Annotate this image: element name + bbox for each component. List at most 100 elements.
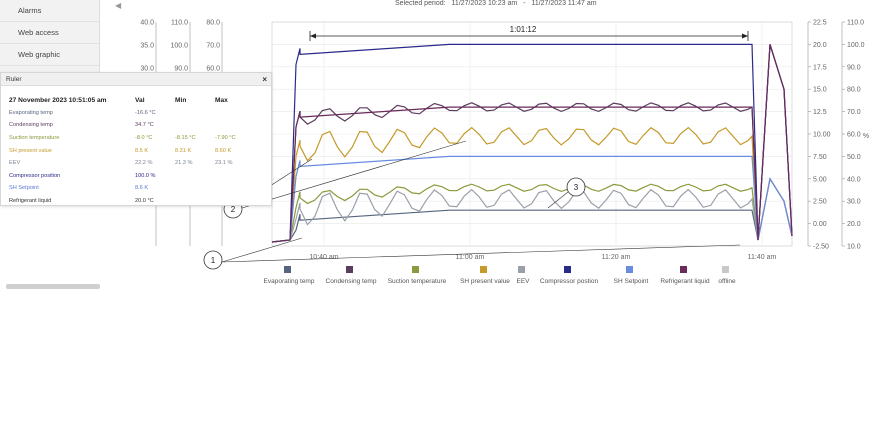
close-icon[interactable]: × xyxy=(262,73,267,86)
ruler-cell-val: -16.6 °C xyxy=(135,109,156,116)
trend-chart: 40.035.030.0110.0100.090.080.070.060.0 2… xyxy=(140,20,869,286)
legend-label[interactable]: SH Setpoint xyxy=(614,278,649,285)
legend-swatch xyxy=(518,266,525,273)
callout-1-label: 1 xyxy=(211,256,216,265)
ruler-row: Evaporating temp -16.6 °C xyxy=(9,107,267,120)
ruler-cell-min: -8.15 °C xyxy=(175,135,196,142)
ruler-cell-name: Condensing temp xyxy=(9,122,53,129)
right-axis-tick: 15.0 xyxy=(813,87,827,94)
right-axis-tick: 70.0 xyxy=(847,109,861,116)
legend-swatch xyxy=(284,266,291,273)
legend-swatch xyxy=(722,266,729,273)
left-axis-tick: 100.0 xyxy=(170,43,188,50)
right-axis-tick: 10.0 xyxy=(847,244,861,251)
ruler-cell-name: EEV xyxy=(9,160,21,167)
ruler-cell-val: 20.0 °C xyxy=(135,198,154,205)
ruler-panel: Ruler × 27 November 2023 10:51:05 am Val… xyxy=(0,72,272,206)
x-tick-label: 11:20 am xyxy=(602,254,631,261)
legend-label[interactable]: Condensing temp xyxy=(326,278,377,285)
ruler-cell-val: 100.0 % xyxy=(135,172,156,179)
ruler-cell-max: 23.1 % xyxy=(215,160,233,167)
legend-label[interactable]: Evaporating temp xyxy=(264,278,315,285)
ruler-timestamp: 27 November 2023 10:51:05 am xyxy=(9,96,107,104)
legend-swatch xyxy=(626,266,633,273)
right-axis-tick: 20.0 xyxy=(813,42,827,49)
legend: Evaporating temp Condensing temp Suction t… xyxy=(264,266,736,285)
right-axis-tick: 40.0 xyxy=(847,176,861,183)
ruler-cell-val: 34.7 °C xyxy=(135,122,154,129)
ruler-rows: Evaporating temp -16.6 °C Condensing temp 3… xyxy=(9,107,267,208)
right-axis-tick: 90.0 xyxy=(847,64,861,71)
left-axis-tick: 110.0 xyxy=(171,20,188,27)
right-axis-tick: 17.5 xyxy=(813,64,827,71)
ruler-cell-name: Evaporating temp xyxy=(9,109,53,116)
right-axis-tick: 12.5 xyxy=(813,109,827,116)
right-axis-tick: 50.0 xyxy=(847,154,861,161)
left-axis-tick: 35.0 xyxy=(140,43,154,50)
ruler-row: Refrigerant liquid 20.0 °C xyxy=(9,195,267,208)
x-axis: 10:40 am 11:00 am 11:20 am 11:40 am xyxy=(309,254,776,261)
right-axis-tick: -2.50 xyxy=(813,244,829,251)
ruler-cell-val: 8.5 K xyxy=(135,147,149,154)
ruler-cell-name: SH Setpoint xyxy=(9,185,39,192)
legend-label[interactable]: Refrigerant liquid xyxy=(660,278,710,285)
legend-label[interactable]: SH present value xyxy=(460,278,510,285)
ruler-table: 27 November 2023 10:51:05 am Val Min Max… xyxy=(9,94,267,207)
ruler-cell-val: 22.2 % xyxy=(135,160,153,167)
legend-label[interactable]: offline xyxy=(718,278,736,285)
left-axis-tick: 70.0 xyxy=(206,43,220,50)
right-axes: 22.5 20.0 17.5 15.0 12.5 10.00 7.50 5.00 2.50 0.0… xyxy=(807,20,869,251)
ruler-row: SH present value 8.5 K 8.31 K 8.60 K xyxy=(9,144,267,157)
ruler-row: SH Setpoint 8.6 K xyxy=(9,182,267,195)
ruler-cell-min: 8.31 K xyxy=(175,147,192,154)
right-axis-tick: 30.0 xyxy=(847,199,861,206)
ruler-cell-max: -7.90 °C xyxy=(215,135,236,142)
right-axis-tick: 10.00 xyxy=(813,132,831,139)
x-tick-label: 11:00 am xyxy=(456,254,485,261)
legend-swatch xyxy=(680,266,687,273)
ruler-title: Ruler xyxy=(6,76,22,83)
ruler-cell-name: Suction temperature xyxy=(9,135,60,142)
ruler-cell-max: 8.60 K xyxy=(215,147,232,154)
legend-swatch xyxy=(480,266,487,273)
legend-swatch xyxy=(346,266,353,273)
ruler-cell-min: 21.3 % xyxy=(175,160,193,167)
ruler-cell-val: 8.6 K xyxy=(135,185,149,192)
legend-label[interactable]: EEV xyxy=(516,278,530,285)
right-axis-tick: 5.00 xyxy=(813,176,827,183)
ruler-cell-name: SH present value xyxy=(9,147,52,154)
ruler-cell-name: Compressor position xyxy=(9,172,61,179)
right-axis-tick: 60.0 xyxy=(847,132,861,139)
left-axis-tick: 40.0 xyxy=(140,20,154,27)
right-axis-tick: 20.0 xyxy=(847,221,861,228)
x-tick-label: 11:40 am xyxy=(748,254,777,261)
ruler-row: Compressor position 100.0 % xyxy=(9,170,267,183)
ruler-cell-name: Refrigerant liquid xyxy=(9,198,52,205)
right-axis-tick: 80.0 xyxy=(847,87,861,94)
series-line-sh-setpoint xyxy=(271,155,793,243)
right-axis-tick: 100.0 xyxy=(847,42,865,49)
ruler-col-val: Val xyxy=(135,96,145,104)
horizontal-scrollbar[interactable] xyxy=(6,284,100,289)
ruler-row: Suction temperature -8.0 °C -8.15 °C -7.90 … xyxy=(9,132,267,145)
ruler-row: EEV 22.2 % 21.3 % 23.1 % xyxy=(9,157,267,170)
right-axis-tick: 22.5 xyxy=(813,20,827,27)
ruler-col-max: Max xyxy=(215,96,228,104)
legend-label[interactable]: Suction temperature xyxy=(388,278,447,285)
series-line-sh-present-value xyxy=(271,126,793,243)
ruler-cell-val: -8.0 °C xyxy=(135,135,153,142)
legend-label[interactable]: Compressor postion xyxy=(540,278,599,285)
right-axis-tick: 7.50 xyxy=(813,154,827,161)
right-axis-tick: 0.00 xyxy=(813,221,827,228)
legend-swatch xyxy=(564,266,571,273)
ruler-header: Ruler × xyxy=(1,73,271,86)
right-axis-unit: % xyxy=(863,133,869,140)
ruler-col-min: Min xyxy=(175,96,187,104)
ruler-header-row: 27 November 2023 10:51:05 am Val Min Max xyxy=(9,94,267,107)
callout-3-label: 3 xyxy=(574,183,579,192)
ruler-row: Condensing temp 34.7 °C xyxy=(9,119,267,132)
right-axis-tick: 2.50 xyxy=(813,199,827,206)
trend-viewer: { "sidebar": { "items": [ {"label": "Ala… xyxy=(0,0,870,424)
right-axis-tick: 110.0 xyxy=(847,20,864,27)
series-layer xyxy=(271,43,793,243)
